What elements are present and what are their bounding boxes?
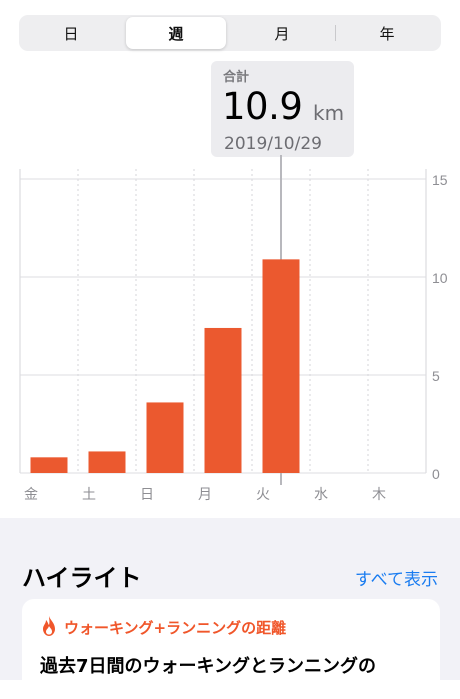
callout-label: 合計 bbox=[223, 70, 250, 85]
segment-year[interactable]: 年 bbox=[337, 17, 437, 49]
y-tick-label: 0 bbox=[432, 466, 440, 482]
show-all-link[interactable]: すべて表示 bbox=[355, 565, 438, 590]
time-range-segmented-control: 日 週 月 年 bbox=[19, 15, 441, 51]
x-tick-label: 水 bbox=[314, 487, 328, 503]
chart-bar bbox=[88, 451, 126, 473]
x-tick-label: 木 bbox=[372, 487, 386, 503]
callout-unit: km bbox=[313, 101, 345, 125]
segment-separator bbox=[335, 25, 336, 41]
segment-month[interactable]: 月 bbox=[232, 17, 332, 49]
y-tick-label: 5 bbox=[432, 368, 440, 384]
callout-value: 10.9 bbox=[222, 85, 303, 128]
card-title: ウォーキング+ランニングの距離 bbox=[64, 619, 287, 637]
selected-value-callout: 合計 10.9 km 2019/10/29 bbox=[211, 61, 354, 157]
chart-bar bbox=[204, 327, 242, 473]
distance-bar-chart[interactable]: 0 5 10 15 金 土 日 月 火 水 木 bbox=[0, 155, 460, 517]
chart-bar bbox=[262, 259, 300, 473]
x-tick-label: 土 bbox=[82, 487, 96, 503]
card-body: 過去7日間のウォーキングとランニングの bbox=[40, 656, 376, 677]
x-tick-label: 月 bbox=[198, 487, 212, 503]
highlights-title: ハイライト bbox=[22, 564, 142, 592]
x-tick-label: 金 bbox=[24, 487, 38, 503]
y-tick-label: 15 bbox=[432, 172, 448, 188]
callout-date: 2019/10/29 bbox=[224, 134, 322, 154]
flame-icon bbox=[43, 616, 55, 636]
segment-day[interactable]: 日 bbox=[21, 17, 121, 49]
x-tick-label: 火 bbox=[256, 487, 270, 503]
highlight-card[interactable]: ウォーキング+ランニングの距離 過去7日間のウォーキングとランニングの bbox=[22, 599, 440, 699]
chart-bar bbox=[30, 457, 68, 473]
chart-bar bbox=[146, 402, 184, 473]
segment-week[interactable]: 週 bbox=[126, 17, 226, 49]
x-tick-label: 日 bbox=[140, 487, 154, 503]
y-tick-label: 10 bbox=[432, 270, 448, 286]
